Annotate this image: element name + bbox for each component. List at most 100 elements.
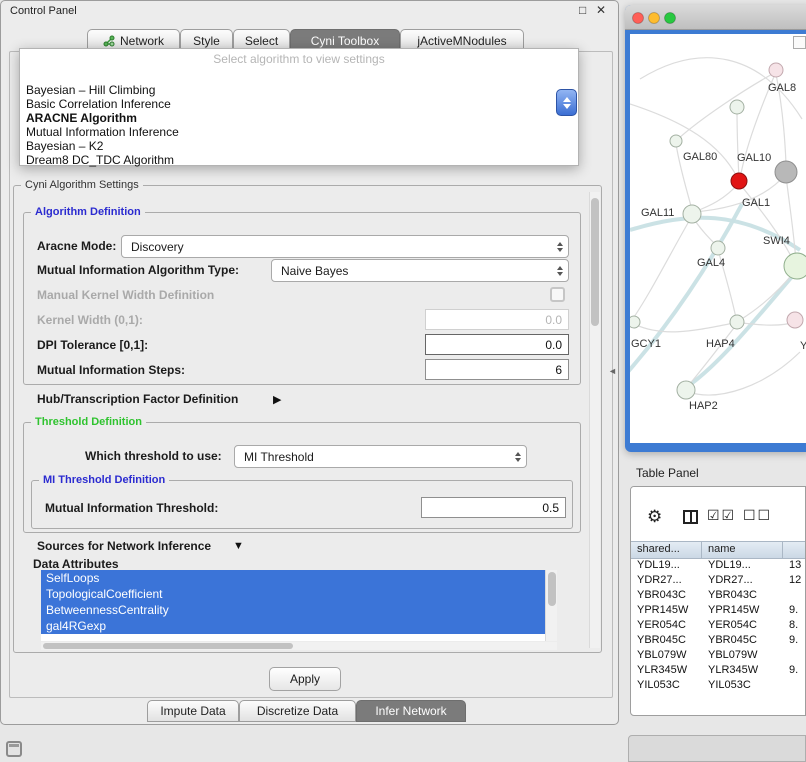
mi-type-label: Mutual Information Algorithm Type: xyxy=(37,263,239,277)
gear-icon[interactable]: ⚙ xyxy=(647,507,662,527)
column-header[interactable] xyxy=(783,542,806,558)
network-node[interactable] xyxy=(730,100,744,114)
arrow-up-icon xyxy=(563,97,571,102)
network-node[interactable] xyxy=(769,63,783,77)
list-item[interactable]: gal4RGexp xyxy=(41,618,545,634)
list-item[interactable]: TopologicalCoefficient xyxy=(41,586,545,602)
aracne-mode-label: Aracne Mode: xyxy=(37,239,116,253)
network-node[interactable] xyxy=(683,205,701,223)
table-row[interactable]: YBR043CYBR043C xyxy=(631,588,806,603)
list-item[interactable]: SelfLoops xyxy=(41,570,545,586)
network-edge xyxy=(634,323,734,332)
data-attributes-list[interactable]: SelfLoops TopologicalCoefficient Between… xyxy=(41,570,557,641)
network-node-selected[interactable] xyxy=(731,173,747,189)
column-header[interactable]: shared... xyxy=(631,542,702,558)
hub-expander-icon[interactable]: ▶ xyxy=(273,393,281,406)
table-row[interactable]: YER054CYER054C8. xyxy=(631,618,806,633)
columns-icon[interactable] xyxy=(683,510,698,524)
table-row[interactable]: YPR145WYPR145W9. xyxy=(631,603,806,618)
network-node[interactable] xyxy=(670,135,682,147)
dpi-tolerance-field[interactable] xyxy=(425,334,569,355)
algorithm-combo-button[interactable] xyxy=(556,89,577,116)
network-node[interactable] xyxy=(730,315,744,329)
network-edge xyxy=(630,104,737,177)
data-attributes-label: Data Attributes xyxy=(33,557,119,571)
table-row[interactable]: YBR045CYBR045C9. xyxy=(631,633,806,648)
kernel-width-field[interactable] xyxy=(425,309,569,330)
node-label: GAL11 xyxy=(641,207,674,219)
mac-minimize-button[interactable] xyxy=(649,13,660,24)
network-node[interactable] xyxy=(784,253,806,279)
docked-window-icon[interactable] xyxy=(6,741,22,757)
combo-arrows-icon xyxy=(557,266,563,276)
algorithm-option[interactable]: Basic Correlation Inference xyxy=(24,97,566,111)
list-item[interactable]: BetweennessCentrality xyxy=(41,602,545,618)
desktop: Control Panel □ ✕ Network Style Select C… xyxy=(0,0,806,762)
aracne-mode-select[interactable]: Discovery xyxy=(121,235,569,258)
network-node[interactable] xyxy=(711,241,725,255)
tab-impute-data[interactable]: Impute Data xyxy=(147,700,239,722)
node-label: GAL4 xyxy=(697,257,725,269)
mi-steps-label: Mutual Information Steps: xyxy=(37,363,185,377)
tab-select-label: Select xyxy=(245,34,278,48)
cyni-settings-group-title: Cyni Algorithm Settings xyxy=(21,179,143,191)
arrow-down-icon xyxy=(563,104,571,109)
column-header[interactable]: name xyxy=(702,542,783,558)
panel-collapse-arrow-icon[interactable]: ◄ xyxy=(608,366,617,376)
mi-type-select[interactable]: Naive Bayes xyxy=(271,259,569,282)
network-node-hub[interactable] xyxy=(775,161,797,183)
select-all-checkboxes-icon[interactable]: ☑☑ xyxy=(707,507,736,524)
algorithm-option[interactable]: Mutual Information Inference xyxy=(24,125,566,139)
mi-threshold-group-title: MI Threshold Definition xyxy=(39,474,169,486)
settings-scrollbar[interactable] xyxy=(589,192,600,648)
mac-close-button[interactable] xyxy=(633,13,644,24)
mi-threshold-label: Mutual Information Threshold: xyxy=(45,501,218,515)
table-row[interactable]: YBL079WYBL079W xyxy=(631,648,806,663)
network-node[interactable] xyxy=(677,381,695,399)
network-node[interactable] xyxy=(787,312,803,328)
network-window-titlebar[interactable] xyxy=(625,5,806,30)
tab-discretize-data[interactable]: Discretize Data xyxy=(239,700,356,722)
sources-expander-icon[interactable]: ▼ xyxy=(233,540,244,552)
algorithm-option[interactable]: Bayesian – Hill Climbing xyxy=(24,83,566,97)
mac-zoom-button[interactable] xyxy=(665,13,676,24)
attributes-hscrollbar-thumb[interactable] xyxy=(43,643,293,649)
table-row[interactable]: YDL19...YDL19...13 xyxy=(631,558,806,573)
mi-threshold-field[interactable] xyxy=(421,497,566,518)
which-threshold-value: MI Threshold xyxy=(244,450,515,464)
control-panel-window: Control Panel □ ✕ Network Style Select C… xyxy=(0,0,619,725)
tab-infer-network-label: Infer Network xyxy=(375,704,446,718)
network-node[interactable] xyxy=(630,316,640,328)
attributes-hscrollbar[interactable] xyxy=(41,642,557,650)
settings-scrollbar-thumb[interactable] xyxy=(591,198,599,326)
which-threshold-select[interactable]: MI Threshold xyxy=(234,445,527,468)
canvas-scroll-corner[interactable] xyxy=(793,36,806,49)
apply-button[interactable]: Apply xyxy=(269,667,341,691)
attributes-scrollbar-thumb[interactable] xyxy=(548,572,556,606)
algorithm-option[interactable]: Bayesian – K2 xyxy=(24,139,566,153)
kernel-width-label: Kernel Width (0,1): xyxy=(37,313,143,327)
node-label: GAL8 xyxy=(768,82,796,94)
deselect-all-checkboxes-icon[interactable]: ☐☐ xyxy=(743,507,772,524)
combo-arrows-icon xyxy=(557,242,563,252)
network-edge xyxy=(737,109,739,179)
network-canvas[interactable]: GAL8 GAL80 GAL10 GAL11 GAL1 SWI4 GAL4 GC… xyxy=(630,34,806,443)
tab-cyni-toolbox-label: Cyni Toolbox xyxy=(311,34,379,48)
float-window-icon[interactable]: □ xyxy=(579,3,586,17)
network-graph[interactable]: GAL8 GAL80 GAL10 GAL11 GAL1 SWI4 GAL4 GC… xyxy=(630,34,806,443)
algorithm-option[interactable]: Dream8 DC_TDC Algorithm xyxy=(24,153,566,167)
tab-infer-network[interactable]: Infer Network xyxy=(356,700,466,722)
table-panel-title: Table Panel xyxy=(636,466,699,480)
network-edge xyxy=(694,183,739,212)
manual-kernel-checkbox[interactable] xyxy=(550,287,565,302)
table-row[interactable]: YLR345WYLR345W9. xyxy=(631,663,806,678)
attributes-scrollbar[interactable] xyxy=(545,570,557,641)
mi-steps-field[interactable] xyxy=(425,359,569,380)
table-row[interactable]: YDR27...YDR27...12 xyxy=(631,573,806,588)
algorithm-option-selected[interactable]: ARACNE Algorithm xyxy=(24,111,566,125)
table-row[interactable]: YIL053CYIL053C xyxy=(631,678,806,693)
table-toolbar: ⚙ ☑☑ ☐☐ xyxy=(631,487,805,537)
table-header-row: shared... name xyxy=(631,541,806,559)
close-icon[interactable]: ✕ xyxy=(596,3,606,17)
manual-kernel-label: Manual Kernel Width Definition xyxy=(37,288,214,302)
